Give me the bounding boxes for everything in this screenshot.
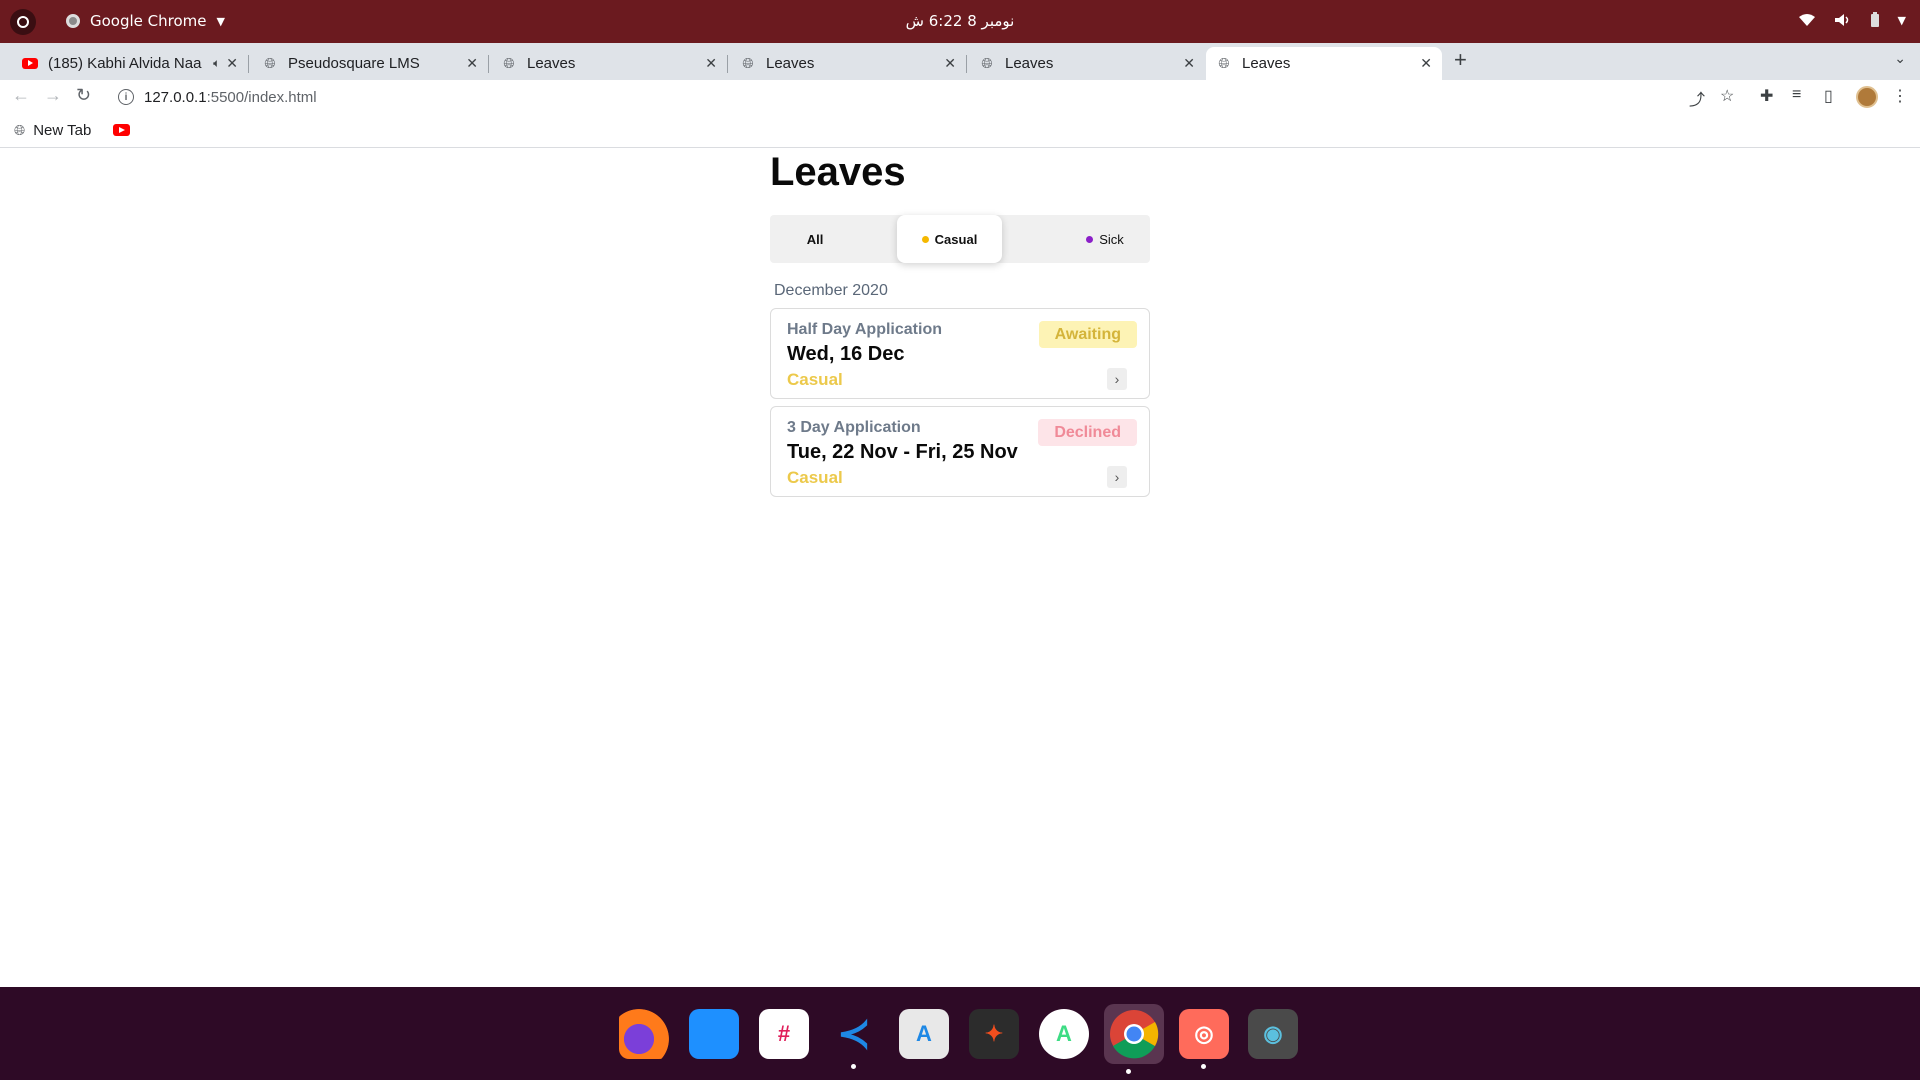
firefox-icon[interactable]: [619, 1009, 669, 1059]
tab-search-chevron-icon[interactable]: ⌄: [1894, 50, 1906, 67]
youtube-icon[interactable]: [113, 124, 130, 136]
site-info-icon[interactable]: i: [118, 89, 134, 105]
battery-icon: [1870, 12, 1879, 27]
media-controls-icon[interactable]: ≡: [1792, 86, 1801, 104]
system-menu-caret-icon: ▼: [1897, 13, 1906, 27]
figma-icon[interactable]: ✦: [969, 1009, 1019, 1059]
application-date: Wed, 16 Dec: [787, 343, 905, 365]
url-path: :5500/index.html: [206, 88, 317, 106]
filter-label: All: [806, 231, 824, 247]
globe-icon: 🌐︎: [981, 55, 993, 71]
filter-all[interactable]: All: [770, 215, 860, 263]
system-clock[interactable]: نومبر 8 6:22 ش: [900, 12, 1020, 30]
tab-strip: (185) Kabhi Alvida Naa 🔈︎ ✕ 🌐︎ Pseudosqu…: [0, 43, 1920, 80]
system-top-bar: Google Chrome ▼ نومبر 8 6:22 ش ▼: [0, 0, 1920, 43]
page-title: Leaves: [770, 150, 906, 194]
leave-type: Casual: [787, 468, 843, 487]
close-icon[interactable]: ✕: [1420, 55, 1432, 72]
vscode-icon[interactable]: ≺: [829, 1009, 879, 1069]
tab-title: Leaves: [1242, 55, 1291, 72]
slack-icon[interactable]: #: [759, 1009, 809, 1059]
kebab-menu-icon[interactable]: ⋮: [1892, 86, 1908, 106]
chrome-logo-icon: [1110, 1010, 1159, 1059]
close-icon[interactable]: ✕: [226, 55, 238, 72]
casual-dot-icon: [921, 235, 929, 243]
bookmark-label: New Tab: [33, 122, 92, 139]
activities-icon: [17, 16, 29, 28]
wifi-icon: [1798, 14, 1815, 26]
tab-title: Pseudosquare LMS: [288, 55, 420, 72]
status-badge: Awaiting: [1038, 321, 1137, 348]
browser-tab[interactable]: 🌐︎ Leaves ✕: [491, 47, 728, 80]
tab-title: Leaves: [527, 55, 576, 72]
globe-icon: 🌐︎: [503, 55, 515, 71]
share-icon[interactable]: ⤴: [1689, 86, 1705, 110]
filter-label: Casual: [934, 231, 978, 247]
chrome-app-icon: [66, 14, 80, 28]
application-kind: Half Day Application: [787, 321, 942, 338]
profile-avatar[interactable]: [1856, 86, 1878, 108]
app-menu-label: Google Chrome: [90, 12, 207, 30]
address-bar[interactable]: i 127.0.0.1:5500/index.html: [110, 83, 1670, 111]
tab-title: Leaves: [766, 55, 815, 72]
browser-tab[interactable]: (185) Kabhi Alvida Naa 🔈︎ ✕: [12, 47, 249, 80]
bookmark-new-tab[interactable]: 🌐︎ New Tab: [14, 122, 91, 139]
leave-application-card[interactable]: Half Day Application Wed, 16 Dec Casual …: [770, 308, 1150, 399]
camera-icon[interactable]: ◉: [1248, 1009, 1298, 1059]
globe-icon: 🌐︎: [1218, 55, 1230, 71]
bookmarks-bar: 🌐︎ New Tab: [0, 114, 1920, 148]
youtube-icon: [22, 56, 38, 72]
leave-type-filter: All Casual Sick: [770, 215, 1150, 263]
browser-tab-active[interactable]: 🌐︎ Leaves ✕: [1206, 47, 1442, 80]
new-tab-plus-icon[interactable]: +: [1454, 47, 1467, 73]
status-badge: Declined: [1038, 419, 1137, 446]
application-kind: 3 Day Application: [787, 419, 921, 436]
tab-title: Leaves: [1005, 55, 1054, 72]
globe-icon: 🌐︎: [742, 55, 754, 71]
bookmark-star-icon[interactable]: ☆: [1720, 86, 1734, 106]
side-panel-icon[interactable]: ▯: [1824, 86, 1833, 106]
filter-label: Sick: [1099, 231, 1124, 247]
browser-tab[interactable]: 🌐︎ Leaves ✕: [730, 47, 967, 80]
sick-dot-icon: [1086, 235, 1094, 243]
forward-arrow-icon[interactable]: →: [44, 85, 62, 106]
files-icon[interactable]: [689, 1009, 739, 1059]
close-icon[interactable]: ✕: [705, 55, 717, 72]
back-arrow-icon[interactable]: ←: [12, 85, 30, 106]
browser-tab[interactable]: 🌐︎ Pseudosquare LMS ✕: [252, 47, 489, 80]
close-icon[interactable]: ✕: [466, 55, 478, 72]
speaker-icon[interactable]: 🔈︎: [213, 56, 220, 71]
browser-tab[interactable]: 🌐︎ Leaves ✕: [969, 47, 1205, 80]
chevron-right-icon[interactable]: ›: [1107, 466, 1127, 488]
activities-button[interactable]: [10, 9, 36, 35]
caret-down-icon: ▼: [216, 14, 225, 28]
browser-toolbar: ← → ↻ i 127.0.0.1:5500/index.html ⤴ ☆ ✚ …: [0, 80, 1920, 114]
volume-icon: [1834, 14, 1848, 26]
filter-casual[interactable]: Casual: [897, 215, 1002, 263]
application-date: Tue, 22 Nov - Fri, 25 Nov: [787, 441, 1018, 463]
app-menu[interactable]: Google Chrome ▼: [66, 12, 225, 30]
software-center-icon[interactable]: A: [899, 1009, 949, 1059]
month-heading: December 2020: [774, 282, 888, 299]
web-page: Leaves All Casual Sick December 2020 Hal…: [0, 149, 1920, 987]
android-studio-icon[interactable]: A: [1039, 1009, 1089, 1059]
reload-icon[interactable]: ↻: [76, 85, 91, 106]
screenshot-icon[interactable]: ◎: [1179, 1009, 1229, 1069]
leave-application-card[interactable]: 3 Day Application Tue, 22 Nov - Fri, 25 …: [770, 406, 1150, 497]
close-icon[interactable]: ✕: [944, 55, 956, 72]
tab-title: (185) Kabhi Alvida Naa: [48, 55, 202, 72]
close-icon[interactable]: ✕: [1183, 55, 1195, 72]
chrome-icon[interactable]: [1104, 1004, 1164, 1074]
url-host: 127.0.0.1: [144, 88, 207, 106]
system-tray[interactable]: ▼: [1798, 12, 1906, 28]
globe-icon: 🌐︎: [264, 55, 276, 71]
ubuntu-dock: # ≺ A ✦ A ◎ ◉: [0, 987, 1920, 1080]
globe-icon: 🌐︎: [14, 122, 26, 138]
filter-sick[interactable]: Sick: [1060, 215, 1150, 263]
leave-type: Casual: [787, 370, 843, 389]
leaves-container: Leaves All Casual Sick December 2020 Hal…: [770, 149, 1150, 497]
extensions-puzzle-icon[interactable]: ✚: [1760, 86, 1773, 106]
chevron-right-icon[interactable]: ›: [1107, 368, 1127, 390]
